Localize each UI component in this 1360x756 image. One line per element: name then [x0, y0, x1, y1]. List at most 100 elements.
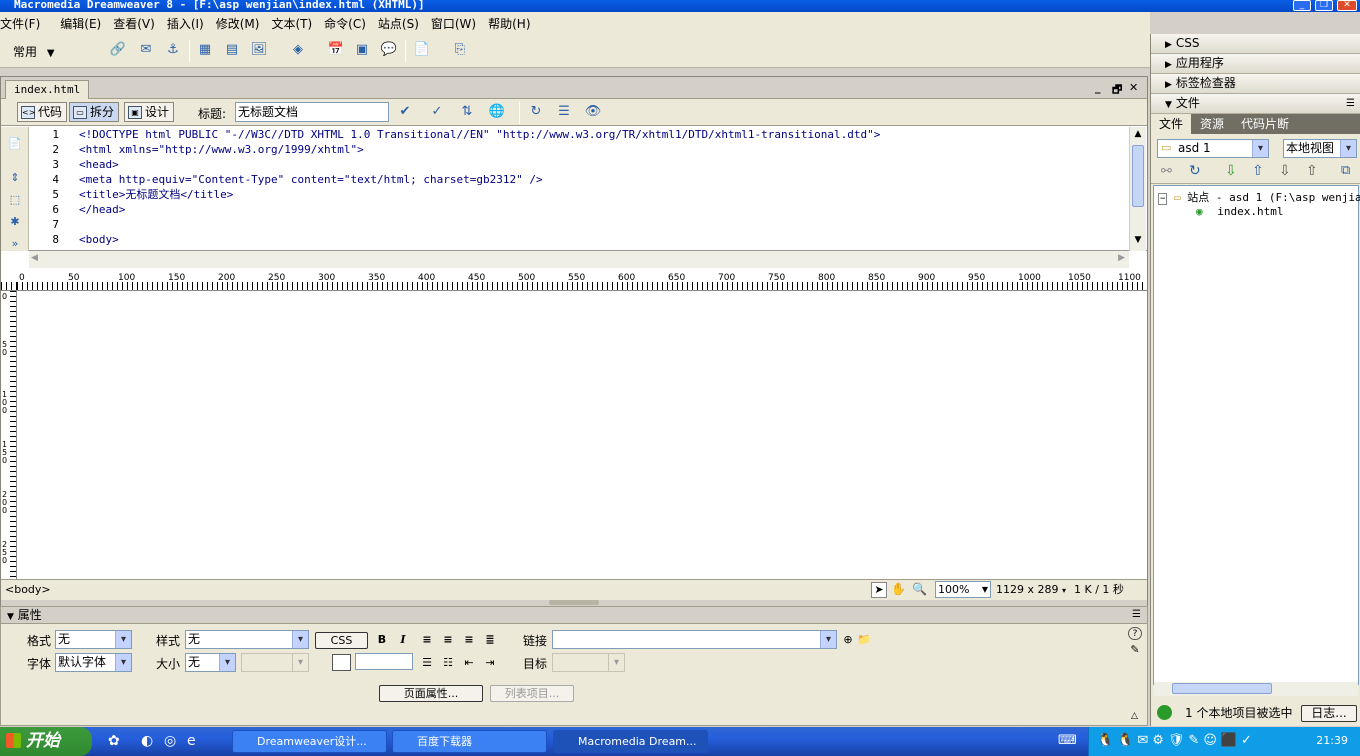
justify-icon[interactable]: ≣ [483, 633, 497, 646]
options-menu-icon[interactable]: ☰ [1132, 607, 1141, 623]
restore-button[interactable]: ❐ [1315, 0, 1333, 11]
image-icon[interactable]: 🖼 [249, 41, 269, 59]
open-documents-icon[interactable]: 📄 [7, 137, 23, 151]
quicklaunch-icon[interactable]: ◐ [141, 733, 153, 749]
table-icon[interactable]: ▦ [195, 41, 215, 59]
code-line[interactable]: <meta http-equiv="Content-Type" content=… [79, 172, 543, 187]
design-view[interactable] [17, 291, 1147, 579]
italic-button[interactable]: I [396, 633, 410, 646]
menu-site[interactable]: 站点(S) [378, 15, 428, 32]
refresh-icon[interactable]: ↻ [526, 103, 546, 121]
document-tab[interactable]: index.html [5, 80, 90, 99]
doc-minimize-icon[interactable]: _ [1095, 81, 1101, 94]
code-line[interactable]: <html xmlns="http://www.w3.org/1999/xhtm… [79, 142, 364, 157]
menu-file[interactable]: 文件(F) [0, 15, 49, 32]
format-select[interactable]: 无 [55, 630, 132, 649]
view-options-icon[interactable]: ☰ [554, 103, 574, 121]
align-center-icon[interactable]: ≡ [441, 633, 455, 646]
taskbar-item[interactable]: Dreamweaver设计... [232, 730, 387, 753]
ordered-list-icon[interactable]: ☷ [441, 656, 455, 669]
taskbar-item[interactable]: Macromedia Dream... [553, 730, 708, 753]
scroll-up-icon[interactable]: ▲ [1132, 129, 1144, 141]
taskbar-item[interactable]: 百度下载器 [392, 730, 547, 753]
code-line[interactable]: <body> [79, 232, 119, 247]
align-right-icon[interactable]: ≡ [462, 633, 476, 646]
layer-icon[interactable]: ▤ [222, 41, 242, 59]
code-view[interactable]: 📄 ⇕ ⬚ ✱ » 1 2 3 4 5 6 7 8 <!DOCTYPE html… [1, 127, 1147, 268]
doc-close-icon[interactable]: ✕ [1129, 81, 1138, 94]
collapse-full-tag-icon[interactable]: ⇕ [7, 171, 23, 185]
tag-selector[interactable]: <body> [5, 580, 51, 599]
language-bar-icon[interactable]: ⌨ [1058, 733, 1077, 748]
tag-chooser-icon[interactable]: ⎘ [450, 41, 470, 59]
server-include-icon[interactable]: ▣ [352, 41, 372, 59]
bold-button[interactable]: B [375, 633, 389, 646]
text-color-input[interactable] [355, 653, 413, 670]
tree-collapse-icon[interactable]: − [1158, 193, 1168, 205]
site-select[interactable]: asd 1 [1157, 139, 1269, 158]
browser-check-icon[interactable]: ✓ [427, 103, 447, 121]
scroll-left-icon[interactable]: ◀ [31, 253, 38, 263]
expand-panel-icon[interactable]: △ [1131, 711, 1138, 721]
insert-category-select[interactable]: 常用 ▼ [13, 43, 55, 60]
hyperlink-icon[interactable]: 🔗 [108, 41, 128, 59]
scroll-thumb[interactable] [1172, 683, 1272, 694]
options-menu-icon[interactable]: ☰ [1346, 94, 1355, 113]
visual-aids-icon[interactable]: 👁 [583, 103, 603, 121]
tab-assets[interactable]: 资源 [1200, 114, 1224, 134]
text-color-swatch[interactable] [332, 654, 351, 671]
menu-edit[interactable]: 编辑(E) [60, 15, 110, 32]
validate-icon[interactable]: ✔ [395, 103, 415, 121]
css-panel-header[interactable]: ▶ CSS [1151, 34, 1360, 54]
zoom-select[interactable]: 100% ▼ [935, 581, 991, 598]
tab-snippets[interactable]: 代码片断 [1241, 114, 1289, 134]
tree-root-row[interactable]: − ▭ 站点 - asd 1 (F:\asp wenjian) [1158, 189, 1360, 205]
help-icon[interactable]: ? [1128, 627, 1142, 640]
design-view-button[interactable]: ▣ 设计 [124, 102, 175, 122]
collapse-selection-icon[interactable]: ⬚ [7, 193, 23, 207]
indent-icon[interactable]: ⇥ [483, 656, 497, 669]
code-horizontal-scrollbar[interactable]: ◀ ▶ [29, 251, 1129, 268]
align-left-icon[interactable]: ≡ [420, 633, 434, 646]
quicklaunch-icon[interactable]: ✿ [108, 733, 120, 749]
code-line[interactable]: <!DOCTYPE html PUBLIC "-//W3C//DTD XHTML… [79, 127, 880, 142]
application-panel-header[interactable]: ▶ 应用程序 [1151, 54, 1360, 74]
expand-all-icon[interactable]: ✱ [7, 215, 23, 229]
expand-site-icon[interactable]: ⧉ [1341, 163, 1350, 178]
scroll-down-icon[interactable]: ▼ [1132, 235, 1144, 247]
preview-in-browser-icon[interactable]: 🌐 [487, 103, 507, 121]
email-link-icon[interactable]: ✉ [136, 41, 156, 59]
code-view-button[interactable]: <> 代码 [17, 102, 68, 122]
browser-icon[interactable]: e [187, 733, 196, 749]
code-vertical-scrollbar[interactable]: ▲ ▼ [1129, 127, 1146, 251]
outdent-icon[interactable]: ⇤ [462, 656, 476, 669]
size-select[interactable]: 无 [185, 653, 236, 672]
more-tools-icon[interactable]: » [7, 237, 23, 251]
menu-modify[interactable]: 修改(M) [216, 15, 269, 32]
quicklaunch-icon[interactable]: ◎ [164, 733, 176, 749]
css-button[interactable]: CSS [315, 632, 368, 649]
code-line[interactable]: </head> [79, 202, 125, 217]
code-line[interactable]: <head> [79, 157, 119, 172]
tray-icons[interactable]: 🐧🐧✉⚙🛡✎☺⬛✓ [1097, 727, 1256, 755]
put-file-icon[interactable]: ⇧ [1252, 163, 1264, 179]
minimize-button[interactable]: _ [1293, 0, 1311, 11]
browse-folder-icon[interactable]: 📁 [857, 633, 871, 646]
link-input[interactable] [552, 630, 837, 649]
tab-files[interactable]: 文件 [1151, 114, 1191, 134]
menu-help[interactable]: 帮助(H) [488, 15, 539, 32]
refresh-icon[interactable]: ↻ [1189, 163, 1201, 179]
window-size[interactable]: 1129 x 289 ▾ [996, 580, 1066, 600]
menu-commands[interactable]: 命令(C) [324, 15, 375, 32]
get-file-icon[interactable]: ⇩ [1225, 163, 1237, 179]
head-content-icon[interactable]: 📄 [412, 41, 432, 59]
select-tool-icon[interactable]: ➤ [871, 582, 887, 598]
menu-insert[interactable]: 插入(I) [167, 15, 213, 32]
page-properties-button[interactable]: 页面属性... [379, 685, 483, 702]
file-management-icon[interactable]: ⇅ [457, 103, 477, 121]
doc-restore-icon[interactable]: 🗗 [1112, 81, 1122, 100]
view-select[interactable]: 本地视图 [1283, 139, 1357, 158]
menu-text[interactable]: 文本(T) [271, 15, 321, 32]
style-select[interactable]: 无 [185, 630, 309, 649]
connect-icon[interactable]: ⚯ [1161, 164, 1172, 179]
